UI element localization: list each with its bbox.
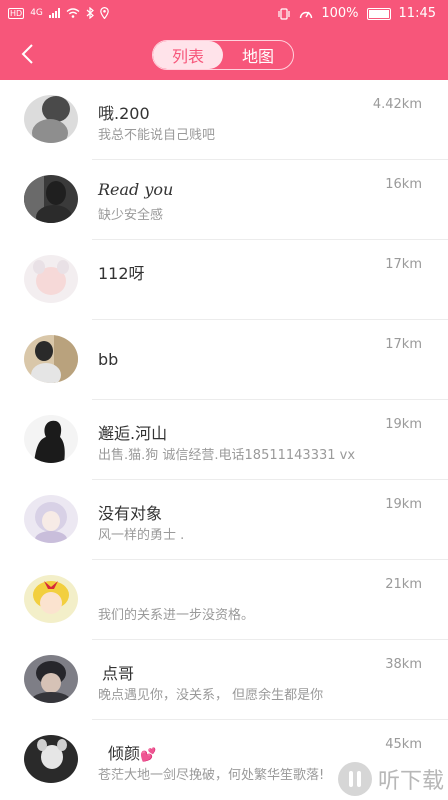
chevron-left-icon [21, 44, 33, 64]
user-name-text: 点哥 [102, 664, 135, 683]
signal-icon [48, 8, 60, 18]
avatar [24, 255, 78, 303]
watermark-logo-icon [337, 762, 372, 796]
user-signature: 出售.猫.狗 诚信经营.电话18511143331 vx [98, 448, 356, 463]
list-item[interactable]: 邂逅.河山 出售.猫.狗 诚信经营.电话18511143331 vx 19km [0, 400, 448, 480]
list-item[interactable]: 我们的关系进一步没资格。 21km [0, 560, 448, 640]
user-name-text: 倾颜 [108, 744, 141, 763]
tab-list[interactable]: 列表 [153, 41, 223, 69]
user-name: 点哥 [98, 660, 134, 684]
list-item[interactable]: 点哥 晚点遇见你，没关系， 但愿余生都是你 38km [0, 640, 448, 720]
list-item[interactable]: 112呀 17km [0, 240, 448, 320]
list-item[interactable]: 没有对象 风一样的勇士 . 19km [0, 480, 448, 560]
back-button[interactable] [14, 38, 42, 70]
user-distance: 19km [385, 497, 422, 512]
hearts-icon: 💕 [140, 748, 157, 763]
avatar [24, 415, 78, 463]
clock: 11:45 [398, 6, 436, 21]
battery-icon [366, 7, 391, 20]
user-distance: 19km [385, 417, 422, 432]
user-signature: 苍茫大地一剑尽挽破，何处繁华笙歌落! [98, 768, 325, 783]
watermark: 听下载 [337, 762, 444, 796]
app-header: HD 4G 100% 11:45 列表 地图 [0, 0, 448, 80]
user-distance: 16km [385, 177, 422, 192]
hd-icon: HD [8, 7, 25, 19]
bluetooth-icon [86, 7, 94, 19]
network-label: 4G [30, 8, 43, 18]
user-distance: 4.42km [372, 97, 422, 112]
user-distance: 17km [385, 337, 422, 352]
avatar [24, 335, 78, 383]
vibrate-icon [278, 7, 290, 20]
avatar [24, 95, 78, 143]
user-signature: 晚点遇见你，没关系， 但愿余生都是你 [98, 688, 324, 703]
list-item[interactable]: Read you 缺少安全感 16km [0, 160, 448, 240]
tab-map[interactable]: 地图 [223, 41, 293, 69]
avatar [24, 495, 78, 543]
user-signature: 我们的关系进一步没资格。 [98, 608, 255, 623]
user-name: 倾颜💕 [98, 740, 156, 764]
user-signature: 风一样的勇士 . [98, 528, 185, 543]
user-name: bb [98, 350, 119, 369]
user-name: 没有对象 [98, 504, 163, 523]
battery-percent: 100% [321, 6, 359, 21]
location-icon [100, 7, 109, 19]
avatar [24, 735, 78, 783]
watermark-text: 听下载 [377, 769, 444, 794]
list-item[interactable]: 哦.200 我总不能说自己贱吧 4.42km [0, 80, 448, 160]
avatar [24, 655, 78, 703]
user-name: 112呀 [98, 264, 145, 283]
user-distance: 45km [385, 737, 422, 752]
speed-icon [300, 11, 313, 18]
user-distance: 17km [385, 257, 422, 272]
wifi-icon [66, 8, 80, 18]
user-name: 哦.200 [98, 104, 150, 123]
nearby-user-list: 哦.200 我总不能说自己贱吧 4.42km Read you 缺少安全感 16… [0, 80, 448, 800]
avatar [24, 575, 78, 623]
user-signature: 我总不能说自己贱吧 [98, 128, 216, 143]
user-distance: 38km [385, 657, 422, 672]
user-distance: 21km [385, 577, 422, 592]
view-toggle: 列表 地图 [152, 40, 294, 70]
user-name: Read you [98, 180, 174, 199]
status-bar: HD 4G 100% 11:45 [0, 0, 448, 30]
list-item[interactable]: bb 17km [0, 320, 448, 400]
user-signature: 缺少安全感 [98, 208, 164, 223]
user-name: 邂逅.河山 [98, 424, 168, 443]
avatar [24, 175, 78, 223]
